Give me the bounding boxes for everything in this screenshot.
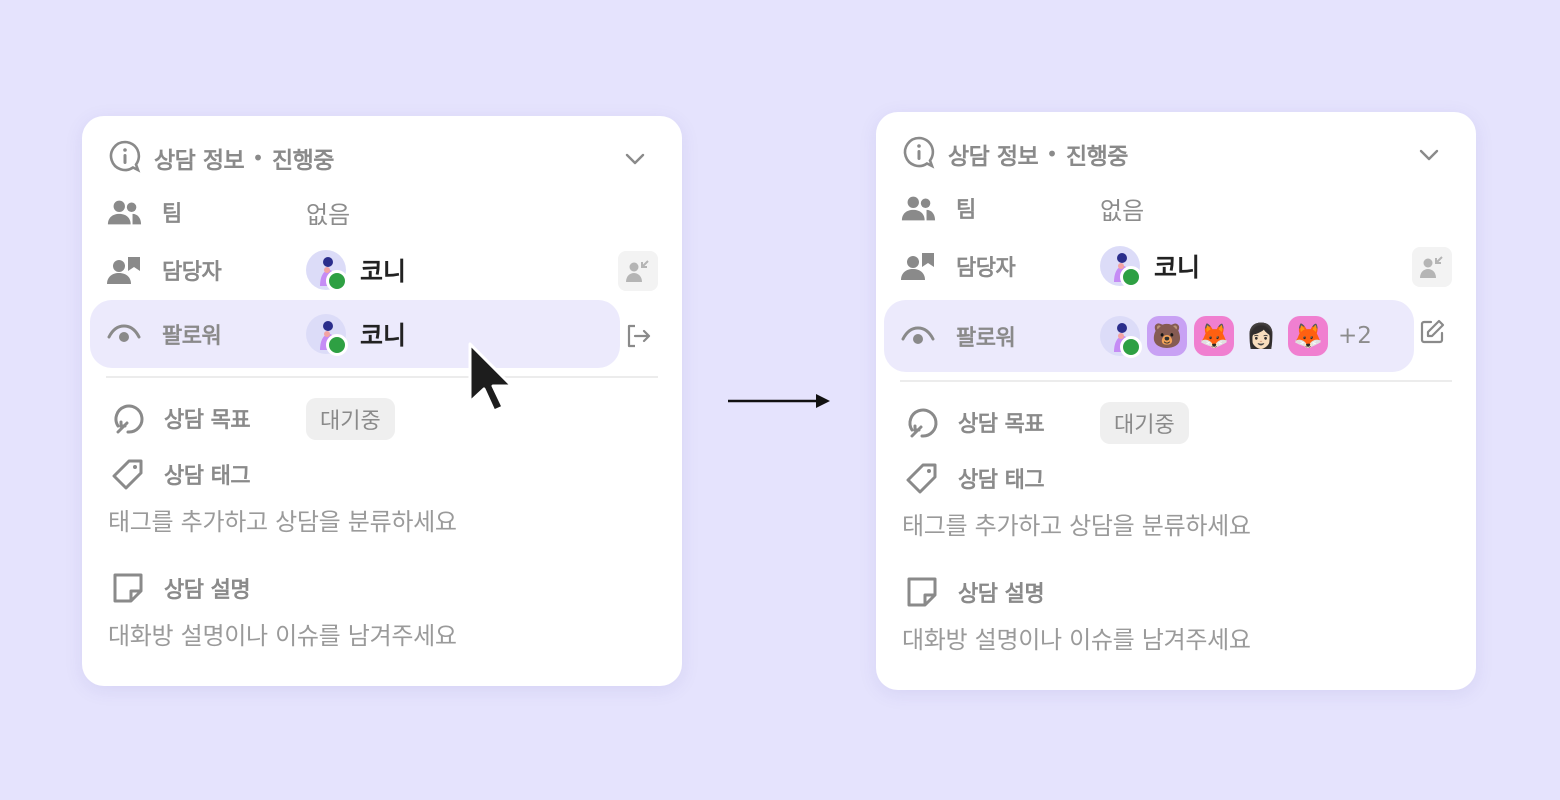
note-icon: [902, 575, 942, 609]
avatar: [1100, 246, 1142, 288]
follower-avatar: 🦊: [1288, 316, 1328, 356]
goal-icon: [902, 404, 942, 440]
assignee-value[interactable]: 코니: [1100, 246, 1201, 288]
panel-header[interactable]: 상담 정보 • 진행중: [108, 138, 656, 178]
panel-title: 상담 정보: [154, 148, 245, 174]
description-label: 상담 설명: [958, 582, 1045, 607]
eye-icon: [106, 323, 142, 345]
description-section: 상담 설명: [108, 568, 656, 608]
tag-label: 상담 태그: [164, 464, 251, 489]
panel-title: 상담 정보: [948, 144, 1039, 170]
chat-info-panel-after: 상담 정보 • 진행중 팀 없음 담당자 코니 팔로워 🐻 🦊 👩🏻 🦊 +2 …: [876, 112, 1476, 690]
team-row[interactable]: 팀 없음: [90, 180, 620, 244]
assignee-icon: [900, 251, 936, 281]
chevron-down-icon[interactable]: [1416, 142, 1442, 172]
transition-arrow: [728, 392, 832, 414]
assignee-label: 담당자: [162, 260, 222, 285]
description-input[interactable]: 대화방 설명이나 이슈를 남겨주세요: [902, 620, 1251, 655]
eye-icon: [900, 325, 936, 347]
goal-status-badge[interactable]: 대기중: [306, 398, 395, 440]
divider: [106, 376, 658, 378]
assignee-row[interactable]: 담당자 코니: [90, 238, 620, 302]
tag-icon: [108, 456, 148, 492]
follower-row[interactable]: 팔로워 🐻 🦊 👩🏻 🦊 +2: [884, 300, 1414, 372]
avatar: [306, 314, 348, 356]
team-value-wrap: 없음: [306, 195, 350, 230]
assignee-value[interactable]: 코니: [306, 250, 407, 292]
title-separator: •: [252, 146, 264, 170]
online-status-dot: [326, 270, 348, 292]
avatar: [1100, 316, 1142, 358]
assignee-icon: [106, 255, 142, 285]
assignee-name: 코니: [360, 257, 407, 286]
goal-status-badge[interactable]: 대기중: [1100, 402, 1189, 444]
assignee-name: 코니: [1154, 253, 1201, 282]
follower-label: 팔로워: [162, 324, 222, 349]
goal-icon: [108, 400, 148, 436]
team-icon: [900, 194, 936, 222]
follower-row[interactable]: 팔로워 코니: [90, 300, 620, 368]
tag-input[interactable]: 태그를 추가하고 상담을 분류하세요: [902, 506, 1251, 541]
tag-label: 상담 태그: [958, 468, 1045, 493]
description-label: 상담 설명: [164, 578, 251, 603]
online-status-dot: [1120, 336, 1142, 358]
tag-icon: [902, 460, 942, 496]
info-icon: [902, 135, 936, 173]
follower-avatar: 👩🏻: [1246, 322, 1276, 350]
follower-name: 코니: [360, 321, 407, 350]
goal-label: 상담 목표: [958, 412, 1045, 437]
assignee-row[interactable]: 담당자 코니: [884, 234, 1414, 298]
follower-label: 팔로워: [956, 326, 1016, 351]
status-text: 진행중: [1065, 144, 1128, 170]
follower-avatar: 🐻: [1147, 316, 1187, 356]
tag-section: 상담 태그: [902, 458, 1450, 498]
panel-header[interactable]: 상담 정보 • 진행중: [902, 134, 1450, 174]
team-value: 없음: [306, 200, 351, 229]
note-icon: [108, 571, 148, 605]
divider: [900, 380, 1452, 382]
assignee-label: 담당자: [956, 256, 1016, 281]
chevron-down-icon[interactable]: [622, 146, 648, 176]
avatar: [306, 250, 348, 292]
tag-input[interactable]: 태그를 추가하고 상담을 분류하세요: [108, 502, 457, 537]
goal-section[interactable]: 상담 목표 대기중: [108, 398, 656, 440]
follower-avatars[interactable]: 🐻 🦊 👩🏻 🦊 +2: [1100, 316, 1372, 358]
team-label: 팀: [956, 198, 976, 223]
info-icon: [108, 139, 142, 177]
team-icon: [106, 198, 142, 226]
team-label: 팀: [162, 202, 182, 227]
follower-value[interactable]: 코니: [306, 314, 407, 356]
goal-section[interactable]: 상담 목표 대기중: [902, 402, 1450, 444]
more-followers-count[interactable]: +2: [1338, 323, 1372, 349]
edit-followers-button[interactable]: [1412, 312, 1452, 352]
team-value: 없음: [1100, 196, 1145, 225]
leave-follow-button[interactable]: [618, 316, 658, 356]
title-separator: •: [1046, 142, 1058, 166]
goal-label: 상담 목표: [164, 408, 251, 433]
chat-info-panel-before: 상담 정보 • 진행중 팀 없음 담당자 코니 팔로워 코니 상담 목표 대기중…: [82, 116, 682, 686]
unassign-button[interactable]: [1412, 247, 1452, 287]
tag-section: 상담 태그: [108, 454, 656, 494]
online-status-dot: [1120, 266, 1142, 288]
unassign-button[interactable]: [618, 251, 658, 291]
team-row[interactable]: 팀 없음: [884, 176, 1414, 240]
status-text: 진행중: [271, 148, 334, 174]
description-section: 상담 설명: [902, 572, 1450, 612]
mouse-cursor: [466, 340, 514, 426]
team-value-wrap: 없음: [1100, 191, 1144, 226]
follower-avatar: 🦊: [1194, 316, 1234, 356]
online-status-dot: [326, 334, 348, 356]
description-input[interactable]: 대화방 설명이나 이슈를 남겨주세요: [108, 616, 457, 651]
